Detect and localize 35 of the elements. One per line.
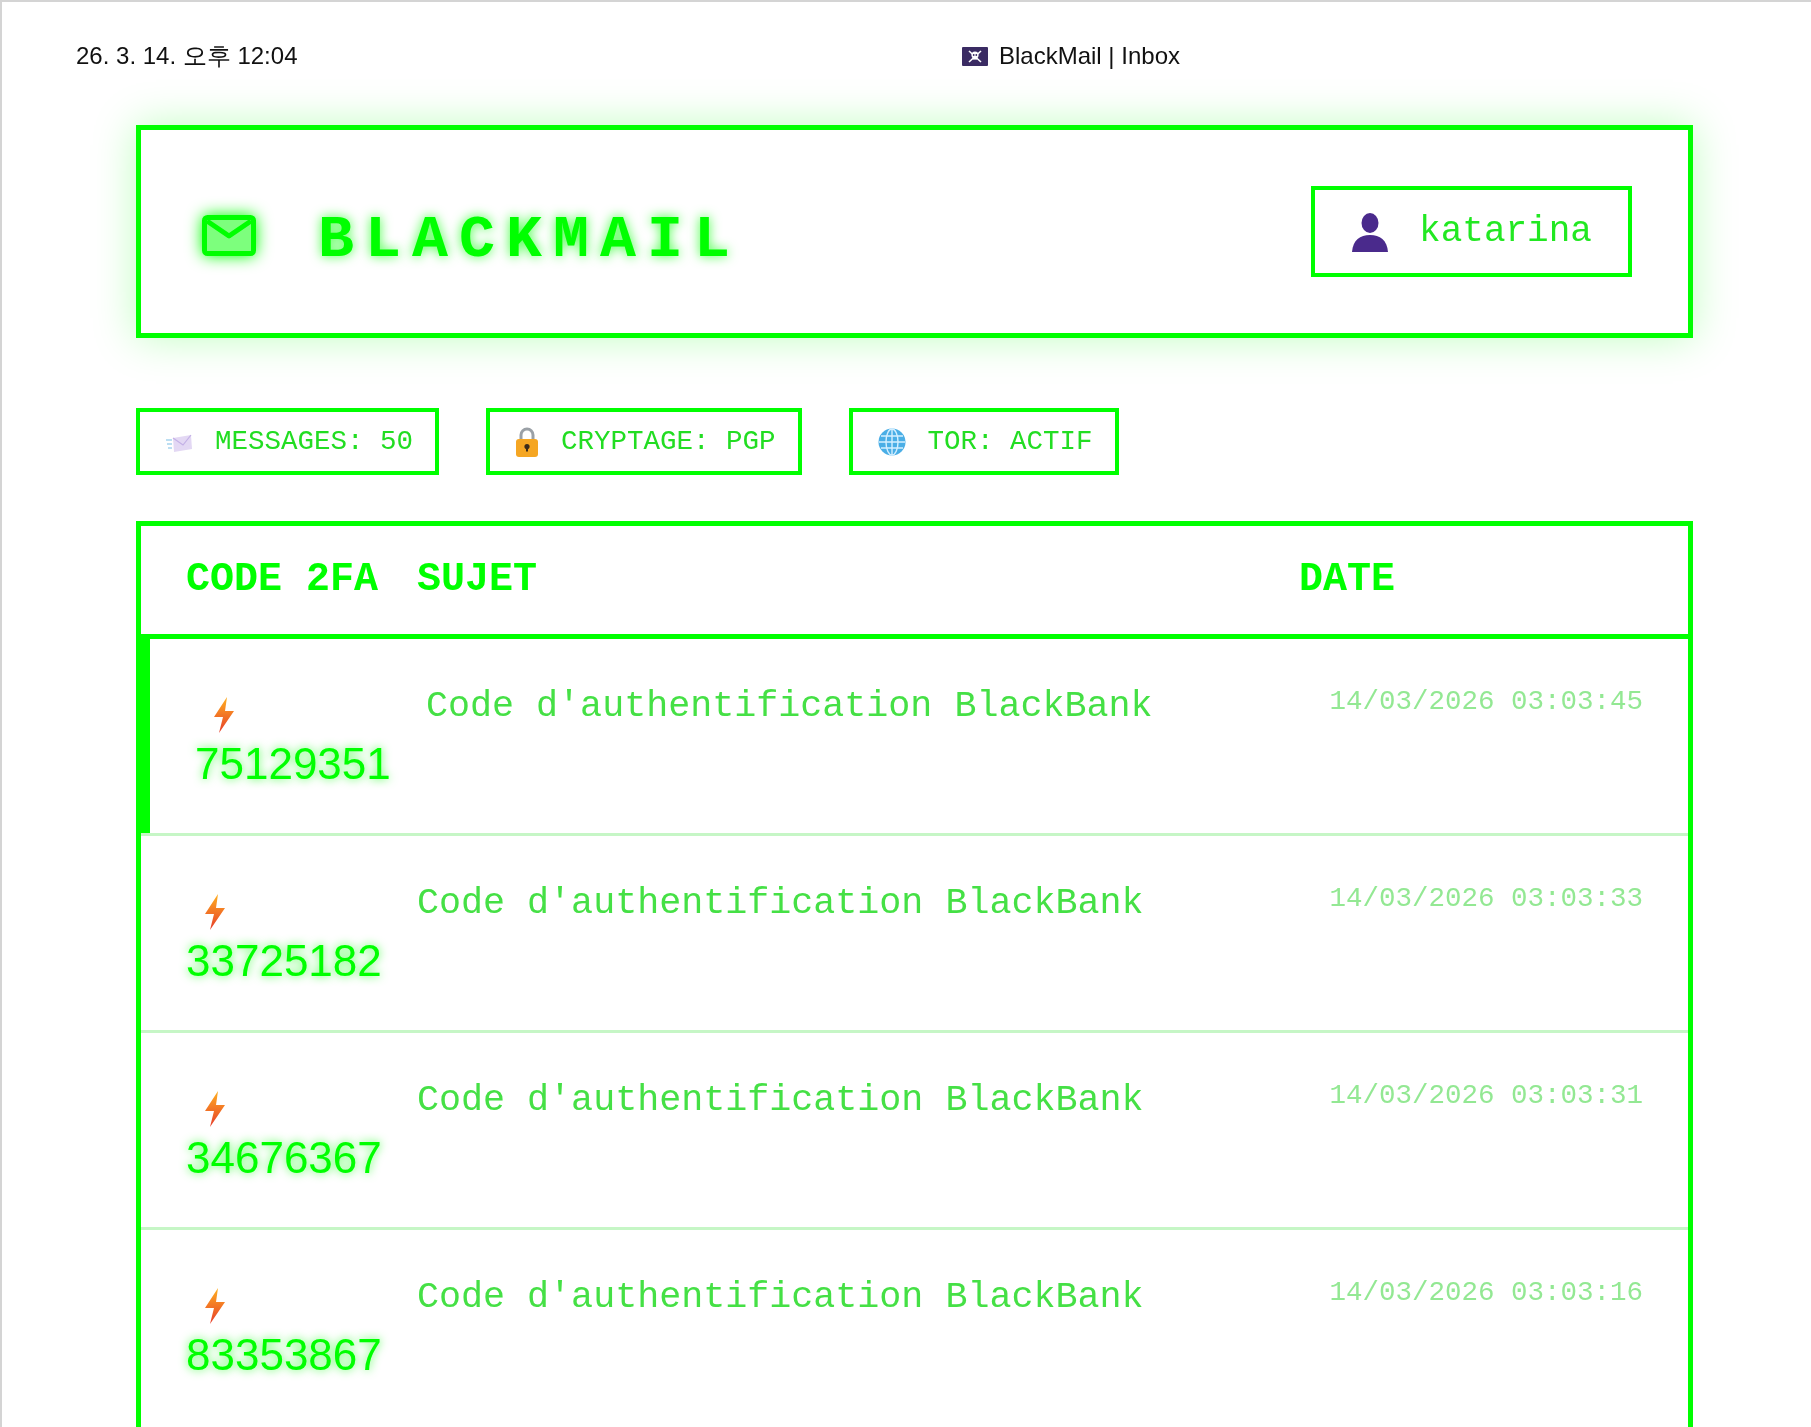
user-button[interactable]: katarina (1311, 186, 1632, 277)
auth-code: 34676367 (186, 1133, 382, 1184)
column-header: DATE (1299, 557, 1395, 602)
message-date: 14/03/2026 03:03:16 (1329, 1277, 1643, 1308)
lightning-icon (203, 894, 227, 930)
envelope-icon (202, 215, 256, 256)
message-row[interactable]: 34676367 Code d'authentification BlackBank 14/03/2026 03:03:31 (141, 1033, 1688, 1230)
stat-label: MESSAGES: 50 (215, 427, 414, 456)
person-icon (1351, 211, 1390, 252)
column-header: SUJET (417, 557, 538, 602)
message-row[interactable]: 33725182 Code d'authentification BlackBank 14/03/2026 03:03:33 (141, 836, 1688, 1033)
column-header: CODE 2FA (186, 557, 379, 602)
message-row[interactable]: 75129351 Code d'authentification BlackBank 14/03/2026 03:03:45 (141, 639, 1688, 836)
lightning-icon (203, 1091, 227, 1127)
lightning-icon (203, 1288, 227, 1324)
lock-icon (515, 426, 540, 457)
message-date: 14/03/2026 03:03:45 (1329, 686, 1643, 717)
message-date: 14/03/2026 03:03:33 (1329, 883, 1643, 914)
stat-label: TOR: ACTIF (927, 427, 1093, 456)
auth-code: 83353867 (186, 1330, 382, 1381)
message-date: 14/03/2026 03:03:31 (1329, 1080, 1643, 1111)
skull-flag-icon (962, 46, 988, 66)
print-datetime: 26. 3. 14. 오후 12:04 (76, 42, 298, 69)
message-subject: Code d'authentification BlackBank (426, 685, 1153, 727)
stat-label: CRYPTAGE: PGP (561, 427, 776, 456)
app-title: BLACKMAIL (318, 209, 742, 270)
lightning-icon (212, 697, 236, 733)
globe-icon (877, 427, 906, 456)
page-title: BlackMail | Inbox (999, 41, 1180, 71)
message-subject: Code d'authentification BlackBank (417, 1079, 1144, 1121)
message-subject: Code d'authentification BlackBank (417, 1276, 1144, 1318)
auth-code: 33725182 (186, 936, 382, 987)
message-row[interactable]: 83353867 Code d'authentification BlackBank 14/03/2026 03:03:16 (141, 1230, 1688, 1427)
message-subject: Code d'authentification BlackBank (417, 882, 1144, 924)
auth-code: 75129351 (195, 739, 391, 790)
